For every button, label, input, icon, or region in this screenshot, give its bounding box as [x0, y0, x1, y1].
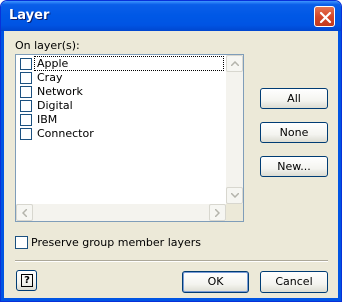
- preserve-label: Preserve group member layers: [31, 236, 202, 249]
- scroll-left-button[interactable]: [16, 204, 33, 221]
- divider: [15, 260, 328, 262]
- help-button[interactable]: ?: [16, 270, 37, 291]
- select-all-button[interactable]: All: [260, 88, 328, 109]
- close-icon: [319, 11, 332, 24]
- scroll-right-button[interactable]: [209, 204, 226, 221]
- layer-checkbox[interactable]: [20, 58, 32, 70]
- chevron-right-icon: [215, 209, 220, 217]
- layer-item-apple[interactable]: Apple: [18, 56, 224, 71]
- horizontal-scrollbar[interactable]: [16, 204, 226, 221]
- new-layer-button[interactable]: New...: [260, 156, 328, 177]
- window-frame-left: [1, 31, 4, 301]
- preserve-checkbox[interactable]: [15, 236, 28, 249]
- help-icon: ?: [21, 274, 33, 287]
- chevron-up-icon: [231, 61, 239, 66]
- scrollbar-corner: [226, 204, 243, 221]
- layers-listbox[interactable]: Apple Cray Network Digital IBM Connector: [15, 54, 244, 222]
- layer-checkbox[interactable]: [20, 114, 32, 126]
- layer-item-digital[interactable]: Digital: [18, 99, 224, 113]
- layer-checkbox[interactable]: [20, 86, 32, 98]
- scroll-up-button[interactable]: [226, 55, 243, 72]
- layer-label: IBM: [37, 113, 58, 126]
- layer-dialog: Layer On layer(s): Apple Cray Network Di…: [0, 0, 342, 302]
- window-frame-right: [338, 31, 341, 301]
- close-button[interactable]: [314, 6, 335, 27]
- window-frame-bottom: [1, 298, 341, 301]
- layer-label: Network: [37, 85, 83, 98]
- layer-item-cray[interactable]: Cray: [18, 71, 224, 85]
- layer-label: Apple: [34, 56, 224, 71]
- scroll-down-button[interactable]: [226, 187, 243, 204]
- layer-item-network[interactable]: Network: [18, 85, 224, 99]
- layer-item-connector[interactable]: Connector: [18, 127, 224, 141]
- layer-item-ibm[interactable]: IBM: [18, 113, 224, 127]
- layer-checkbox[interactable]: [20, 72, 32, 84]
- cancel-button[interactable]: Cancel: [260, 271, 328, 293]
- layer-label: Digital: [37, 99, 73, 112]
- layer-label: Cray: [37, 71, 63, 84]
- chevron-left-icon: [22, 209, 27, 217]
- vertical-scrollbar[interactable]: [226, 55, 243, 204]
- layer-checkbox[interactable]: [20, 100, 32, 112]
- ok-button[interactable]: OK: [182, 271, 249, 293]
- title-bar[interactable]: Layer: [1, 1, 341, 31]
- layer-label: Connector: [37, 127, 94, 140]
- chevron-down-icon: [231, 193, 239, 198]
- select-none-button[interactable]: None: [260, 122, 328, 143]
- window-title: Layer: [9, 8, 50, 23]
- on-layers-label: On layer(s):: [15, 39, 80, 52]
- layer-checkbox[interactable]: [20, 128, 32, 140]
